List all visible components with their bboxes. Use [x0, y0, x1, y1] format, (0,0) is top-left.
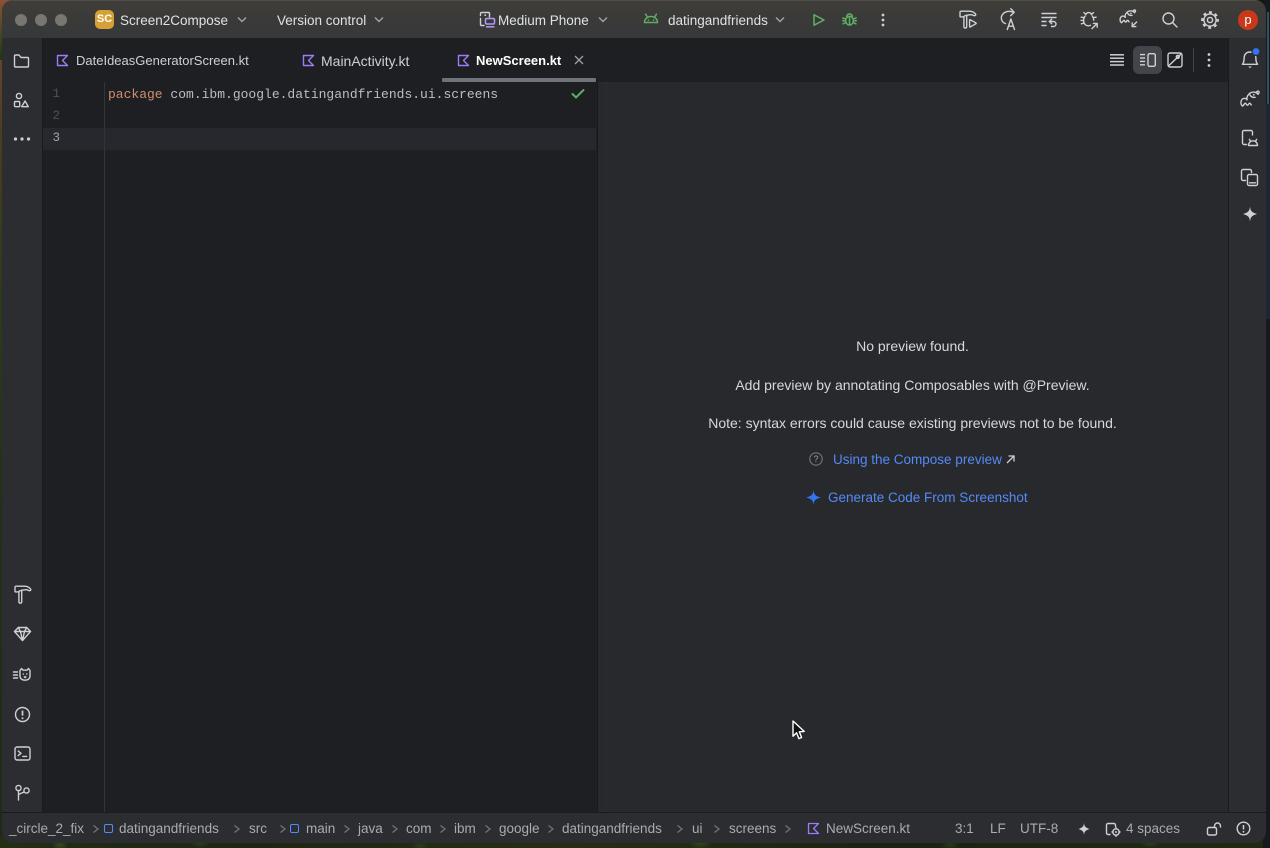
svg-text:?: ? [813, 454, 818, 464]
